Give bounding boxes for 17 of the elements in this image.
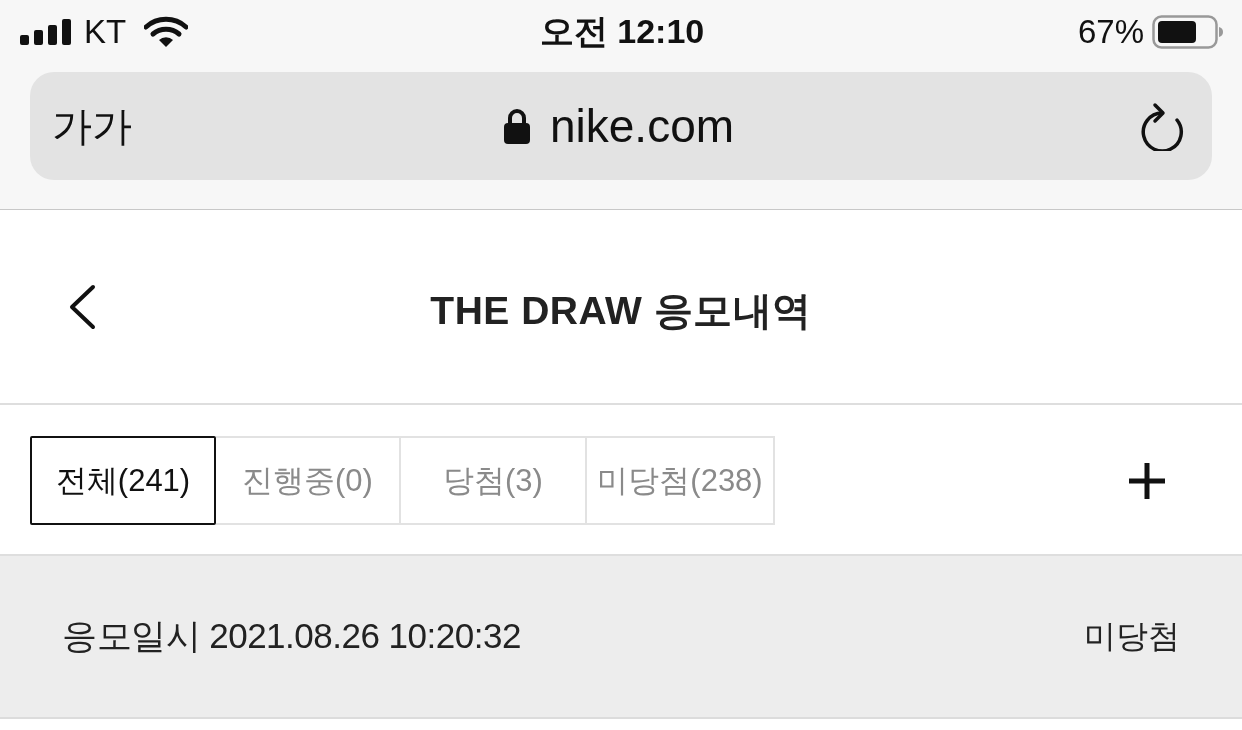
entry-time: 응모일시 2021.08.26 10:20:32	[62, 615, 522, 657]
battery-icon	[1152, 15, 1224, 49]
text-size-button[interactable]: 가가	[52, 98, 132, 154]
url-text: nike.com	[549, 99, 735, 153]
reload-icon[interactable]	[1138, 101, 1186, 151]
lock-icon	[503, 108, 530, 144]
address-bar[interactable]: 가가 nike.com	[30, 72, 1212, 180]
filter-tab[interactable]: 전체(241)	[30, 436, 216, 525]
entry-row[interactable]: 응모일시 2021.08.26 10:20:32 미당첨	[0, 556, 1242, 719]
signal-icon	[20, 19, 72, 45]
plus-icon[interactable]	[1128, 461, 1166, 500]
carrier-name: KT	[84, 13, 127, 51]
page-title: THE DRAW 응모내역	[430, 287, 812, 334]
battery-percentage: 67%	[1077, 13, 1144, 51]
wifi-icon	[144, 16, 189, 48]
result-status: 미당첨	[1084, 616, 1180, 656]
clock-time: 오전 12:10	[539, 11, 705, 52]
